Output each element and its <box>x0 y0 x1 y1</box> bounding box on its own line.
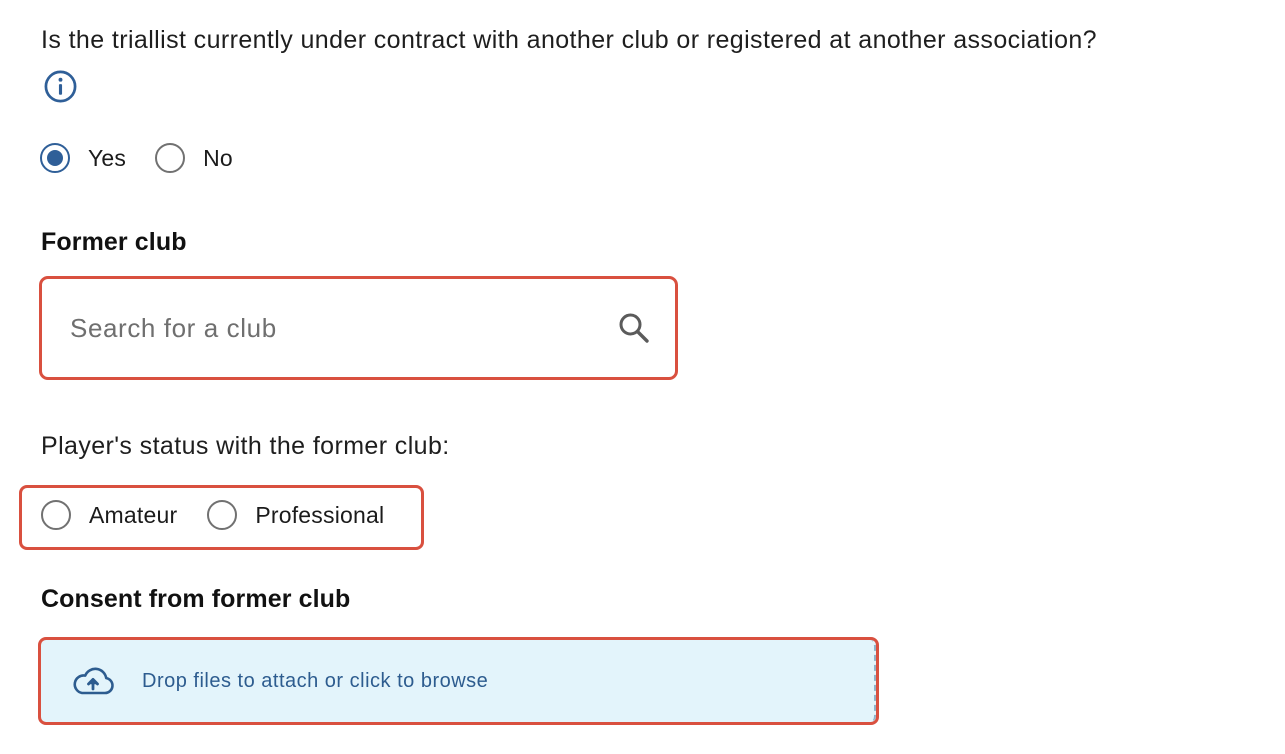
player-status-radio-group: Amateur Professional <box>41 500 384 530</box>
radio-option-amateur[interactable]: Amateur <box>41 500 177 530</box>
radio-option-yes[interactable]: Yes <box>40 143 126 173</box>
radio-option-no[interactable]: No <box>155 143 233 173</box>
radio-option-professional[interactable]: Professional <box>207 500 384 530</box>
upload-instructions: Drop files to attach or click to browse <box>142 669 489 692</box>
radio-button-yes[interactable] <box>40 143 70 173</box>
info-icon[interactable] <box>43 69 78 104</box>
trial-registration-form: Is the triallist currently under contrac… <box>0 0 1285 754</box>
cloud-upload-icon <box>73 667 114 695</box>
file-upload-dropzone[interactable]: Drop files to attach or click to browse <box>38 637 879 725</box>
contract-question: Is the triallist currently under contrac… <box>41 26 1097 54</box>
radio-button-amateur[interactable] <box>41 500 71 530</box>
club-search-input[interactable] <box>68 311 617 345</box>
radio-label-no: No <box>203 144 233 171</box>
club-search-field[interactable] <box>39 276 678 380</box>
consent-title: Consent from former club <box>41 585 351 613</box>
former-club-title: Former club <box>41 228 187 256</box>
player-status-label: Player's status with the former club: <box>41 432 450 460</box>
radio-label-professional: Professional <box>255 501 385 528</box>
contract-radio-group: Yes No <box>40 143 233 173</box>
radio-label-amateur: Amateur <box>89 501 178 528</box>
radio-button-professional[interactable] <box>207 500 238 530</box>
search-icon[interactable] <box>617 311 651 345</box>
radio-button-no[interactable] <box>155 143 186 173</box>
radio-label-yes: Yes <box>88 144 127 171</box>
